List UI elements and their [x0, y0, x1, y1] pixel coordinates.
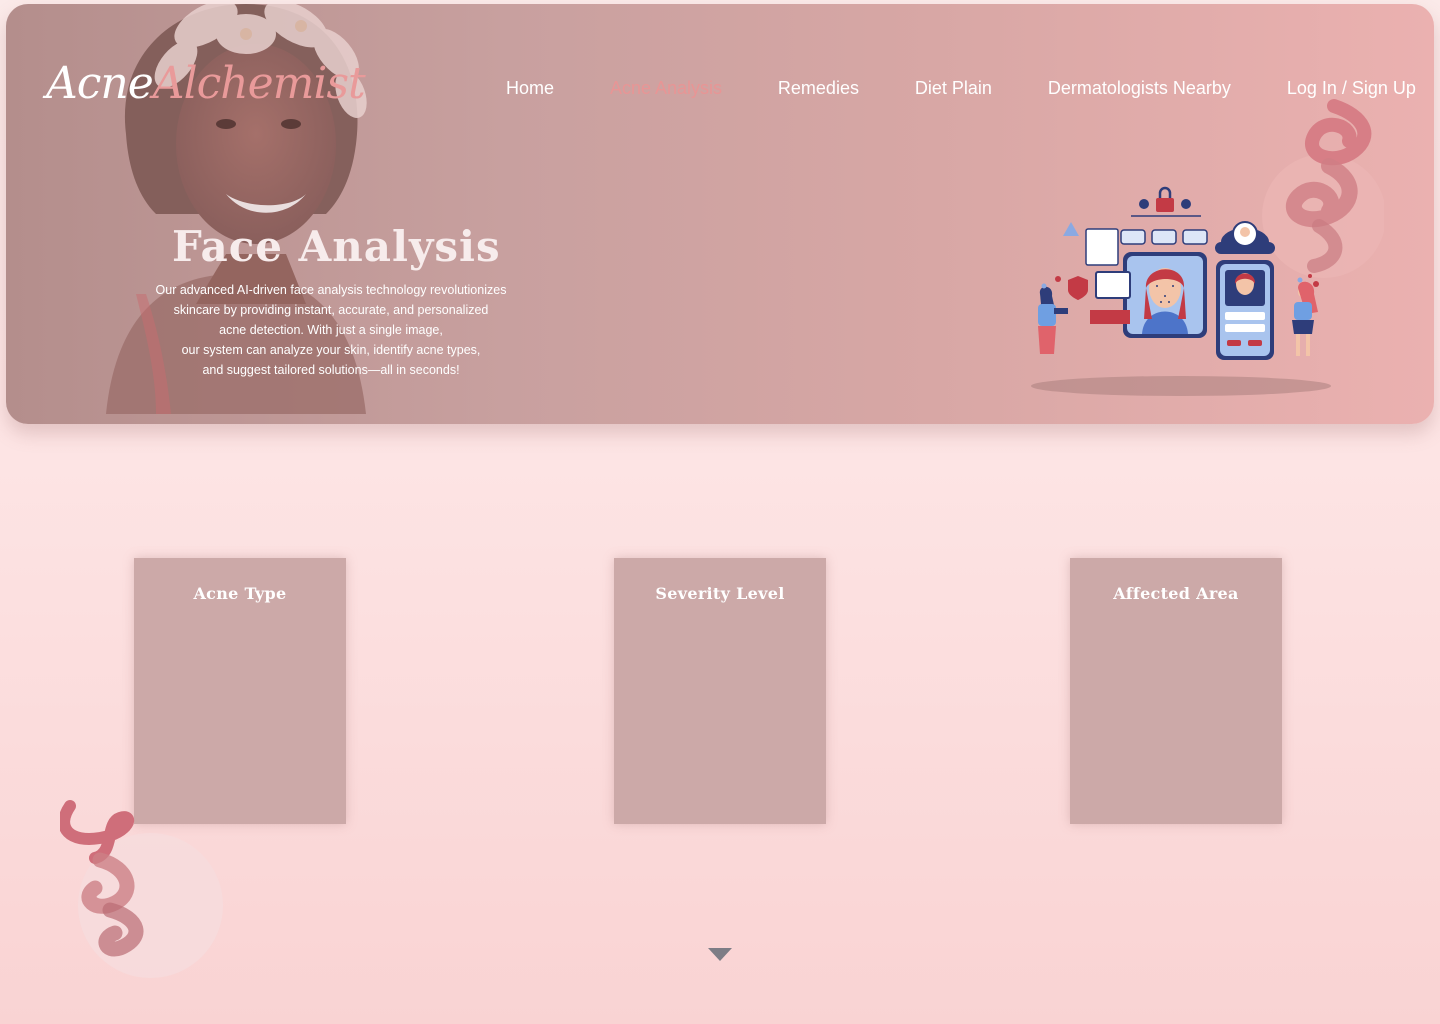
brand-logo[interactable]: AcneAlchemist: [46, 58, 366, 109]
hero-description-line: skincare by providing instant, accurate,…: [173, 303, 489, 317]
brand-logo-part2: Alchemist: [152, 58, 366, 109]
scroll-down-triangle-down-icon[interactable]: [708, 948, 732, 961]
severity-level-card: Severity Level: [614, 558, 826, 824]
nav-diet-plain[interactable]: Diet Plain: [915, 78, 992, 99]
hero-description-line: our system can analyze your skin, identi…: [181, 343, 481, 357]
acne-type-card: Acne Type: [134, 558, 346, 824]
hero-description-line: and suggest tailored solutions—all in se…: [202, 363, 460, 377]
face-recognition-illustration-icon: [1026, 184, 1336, 404]
card-title: Affected Area: [1113, 584, 1239, 603]
hero-description-line: acne detection. With just a single image…: [219, 323, 443, 337]
hero-description-line: Our advanced AI-driven face analysis tec…: [155, 283, 507, 297]
nav-home[interactable]: Home: [506, 78, 554, 99]
nav-dermatologists-nearby[interactable]: Dermatologists Nearby: [1048, 78, 1231, 99]
ribbon-decoration-icon: [60, 800, 144, 957]
page-title: Face Analysis: [172, 222, 501, 271]
nav-acne-analysis[interactable]: Acne Analysis: [610, 78, 722, 99]
hero-description: Our advanced AI-driven face analysis tec…: [146, 280, 516, 380]
hero-banner: AcneAlchemist Home Acne Analysis Remedie…: [6, 4, 1434, 424]
card-title: Acne Type: [193, 584, 287, 603]
brand-logo-part1: Acne: [46, 58, 154, 109]
card-title: Severity Level: [655, 584, 785, 603]
nav-remedies[interactable]: Remedies: [778, 78, 859, 99]
affected-area-card: Affected Area: [1070, 558, 1282, 824]
